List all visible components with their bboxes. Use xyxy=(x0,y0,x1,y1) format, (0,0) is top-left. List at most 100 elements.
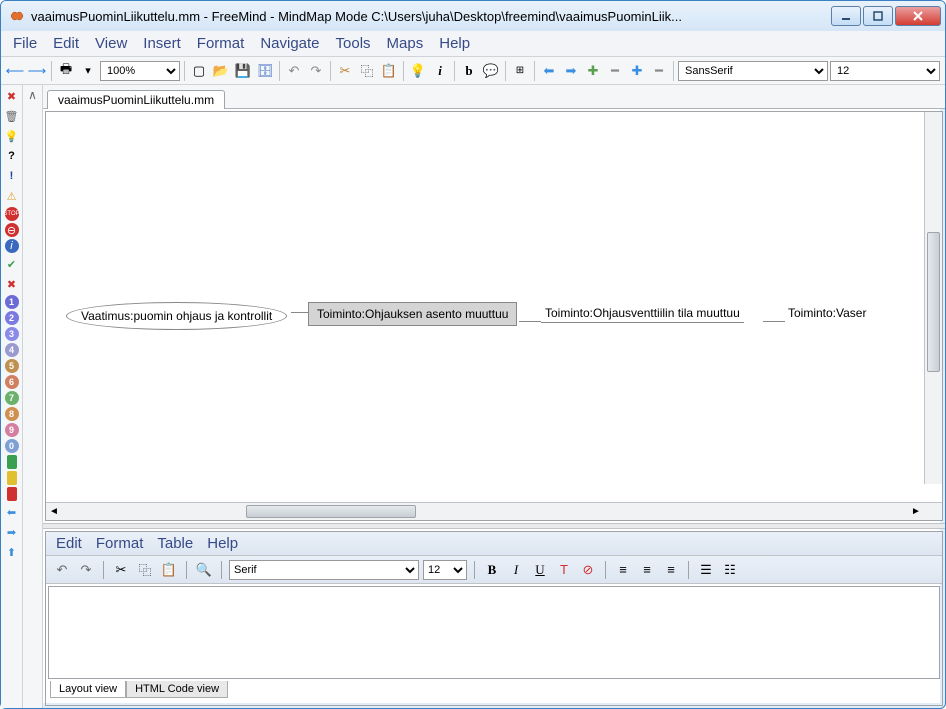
exclaim-icon[interactable]: ! xyxy=(3,167,21,185)
node-3[interactable]: Toiminto:Vaser xyxy=(784,304,870,322)
italic-i-icon[interactable]: i xyxy=(430,61,450,81)
filter-icon[interactable]: ▾ xyxy=(78,61,98,81)
priority-5-icon[interactable]: 5 xyxy=(5,359,19,373)
menu-file[interactable]: File xyxy=(7,33,43,54)
cut-icon[interactable]: ✂ xyxy=(335,61,355,81)
scroll-left-icon[interactable]: ◄ xyxy=(46,503,62,519)
traffic-red-icon[interactable] xyxy=(7,487,17,501)
trash-icon[interactable]: 🗑 xyxy=(3,107,21,125)
editor-copy-icon[interactable]: ⿻ xyxy=(135,560,155,580)
remove-last-icon[interactable]: ✖ xyxy=(3,87,21,105)
menu-insert[interactable]: Insert xyxy=(137,33,187,54)
menu-maps[interactable]: Maps xyxy=(381,33,430,54)
menu-view[interactable]: View xyxy=(89,33,133,54)
minus2-icon[interactable]: ━ xyxy=(649,61,669,81)
copy-icon[interactable]: ⿻ xyxy=(357,61,377,81)
redo-icon[interactable]: ↷ xyxy=(306,61,326,81)
priority-0-icon[interactable]: 0 xyxy=(5,439,19,453)
arrow-up-icon[interactable]: ⬆ xyxy=(3,543,21,561)
save-icon[interactable]: 💾 xyxy=(233,61,253,81)
priority-3-icon[interactable]: 3 xyxy=(5,327,19,341)
scroll-thumb-v[interactable] xyxy=(927,232,940,372)
editor-align-right-icon[interactable]: ≡ xyxy=(661,560,681,580)
editor-redo-icon[interactable]: ↷ xyxy=(76,560,96,580)
splitter[interactable] xyxy=(43,523,945,529)
traffic-yellow-icon[interactable] xyxy=(7,471,17,485)
arrow-left-icon[interactable]: ⬅ xyxy=(539,61,559,81)
traffic-green-icon[interactable] xyxy=(7,455,17,469)
scroll-thumb-h[interactable] xyxy=(246,505,416,518)
node-root[interactable]: Vaatimus:puomin ohjaus ja kontrollit xyxy=(66,302,287,330)
idea-icon[interactable]: 💡 xyxy=(408,61,428,81)
print-icon[interactable]: 🖶 xyxy=(56,61,76,81)
editor-menu-help[interactable]: Help xyxy=(201,533,244,554)
idea-icon[interactable]: 💡 xyxy=(3,127,21,145)
back-icon[interactable]: ⟵ xyxy=(5,61,25,81)
question-icon[interactable]: ? xyxy=(3,147,21,165)
attribute-icon[interactable]: ⊞ xyxy=(510,61,530,81)
editor-find-icon[interactable]: 🔍 xyxy=(194,560,214,580)
priority-8-icon[interactable]: 8 xyxy=(5,407,19,421)
forward-icon[interactable]: ⟶ xyxy=(27,61,47,81)
arrow-right-icon[interactable]: ➡ xyxy=(561,61,581,81)
editor-align-center-icon[interactable]: ≡ xyxy=(637,560,657,580)
plus-green-icon[interactable]: ✚ xyxy=(583,61,603,81)
mindmap-canvas[interactable]: Vaatimus:puomin ohjaus ja kontrollit Toi… xyxy=(46,112,942,502)
priority-1-icon[interactable]: 1 xyxy=(5,295,19,309)
close-button[interactable] xyxy=(895,6,941,26)
minimize-button[interactable] xyxy=(831,6,861,26)
scrollbar-vertical[interactable] xyxy=(924,112,942,484)
arrow-back-blue-icon[interactable]: ⬅ xyxy=(3,503,21,521)
collapse-icon[interactable]: ∧ xyxy=(25,87,41,103)
editor-paste-icon[interactable]: 📋 xyxy=(159,560,179,580)
priority-4-icon[interactable]: 4 xyxy=(5,343,19,357)
menu-help[interactable]: Help xyxy=(433,33,476,54)
priority-9-icon[interactable]: 9 xyxy=(5,423,19,437)
menu-edit[interactable]: Edit xyxy=(47,33,85,54)
arrow-fwd-blue-icon[interactable]: ➡ xyxy=(3,523,21,541)
save-all-icon[interactable]: 🗄 xyxy=(255,61,275,81)
scrollbar-horizontal[interactable]: ◄ ► xyxy=(46,502,942,520)
menu-format[interactable]: Format xyxy=(191,33,251,54)
editor-font-family-select[interactable]: Serif xyxy=(229,560,419,580)
editor-clear-icon[interactable]: ⊘ xyxy=(578,560,598,580)
plus-blue-icon[interactable]: ✚ xyxy=(627,61,647,81)
priority-6-icon[interactable]: 6 xyxy=(5,375,19,389)
undo-icon[interactable]: ↶ xyxy=(284,61,304,81)
font-size-select[interactable]: 12 xyxy=(830,61,940,81)
font-family-select[interactable]: SansSerif xyxy=(678,61,828,81)
editor-list-number-icon[interactable]: ☷ xyxy=(720,560,740,580)
editor-bold-icon[interactable]: B xyxy=(482,560,502,580)
note-icon[interactable]: 💬 xyxy=(481,61,501,81)
new-icon[interactable]: ▢ xyxy=(189,61,209,81)
editor-menu-edit[interactable]: Edit xyxy=(50,533,88,554)
zoom-select[interactable]: 100% xyxy=(100,61,180,81)
priority-7-icon[interactable]: 7 xyxy=(5,391,19,405)
editor-underline-icon[interactable]: U xyxy=(530,560,550,580)
paste-icon[interactable]: 📋 xyxy=(379,61,399,81)
editor-body[interactable] xyxy=(48,586,940,679)
editor-fontcolor-icon[interactable]: T xyxy=(554,560,574,580)
menu-navigate[interactable]: Navigate xyxy=(254,33,325,54)
bold-b-icon[interactable]: b xyxy=(459,61,479,81)
minus-icon[interactable]: ━ xyxy=(605,61,625,81)
no-entry-icon[interactable]: ⊖ xyxy=(5,223,19,237)
editor-list-bullet-icon[interactable]: ☰ xyxy=(696,560,716,580)
warning-icon[interactable]: ⚠ xyxy=(3,187,21,205)
tab-html-code-view[interactable]: HTML Code view xyxy=(126,681,228,698)
document-tab[interactable]: vaaimusPuominLiikuttelu.mm xyxy=(47,90,225,109)
editor-menu-table[interactable]: Table xyxy=(151,533,199,554)
info-icon[interactable]: i xyxy=(5,239,19,253)
editor-menu-format[interactable]: Format xyxy=(90,533,150,554)
menu-tools[interactable]: Tools xyxy=(330,33,377,54)
node-selected[interactable]: Toiminto:Ohjauksen asento muuttuu xyxy=(308,302,517,326)
maximize-button[interactable] xyxy=(863,6,893,26)
editor-italic-icon[interactable]: I xyxy=(506,560,526,580)
not-ok-icon[interactable]: ✖ xyxy=(3,275,21,293)
editor-undo-icon[interactable]: ↶ xyxy=(52,560,72,580)
editor-align-left-icon[interactable]: ≡ xyxy=(613,560,633,580)
node-2[interactable]: Toiminto:Ohjausventtiilin tila muuttuu xyxy=(541,304,744,323)
scroll-right-icon[interactable]: ► xyxy=(908,503,924,519)
stop-icon[interactable]: STOP xyxy=(5,207,19,221)
open-icon[interactable]: 📂 xyxy=(211,61,231,81)
